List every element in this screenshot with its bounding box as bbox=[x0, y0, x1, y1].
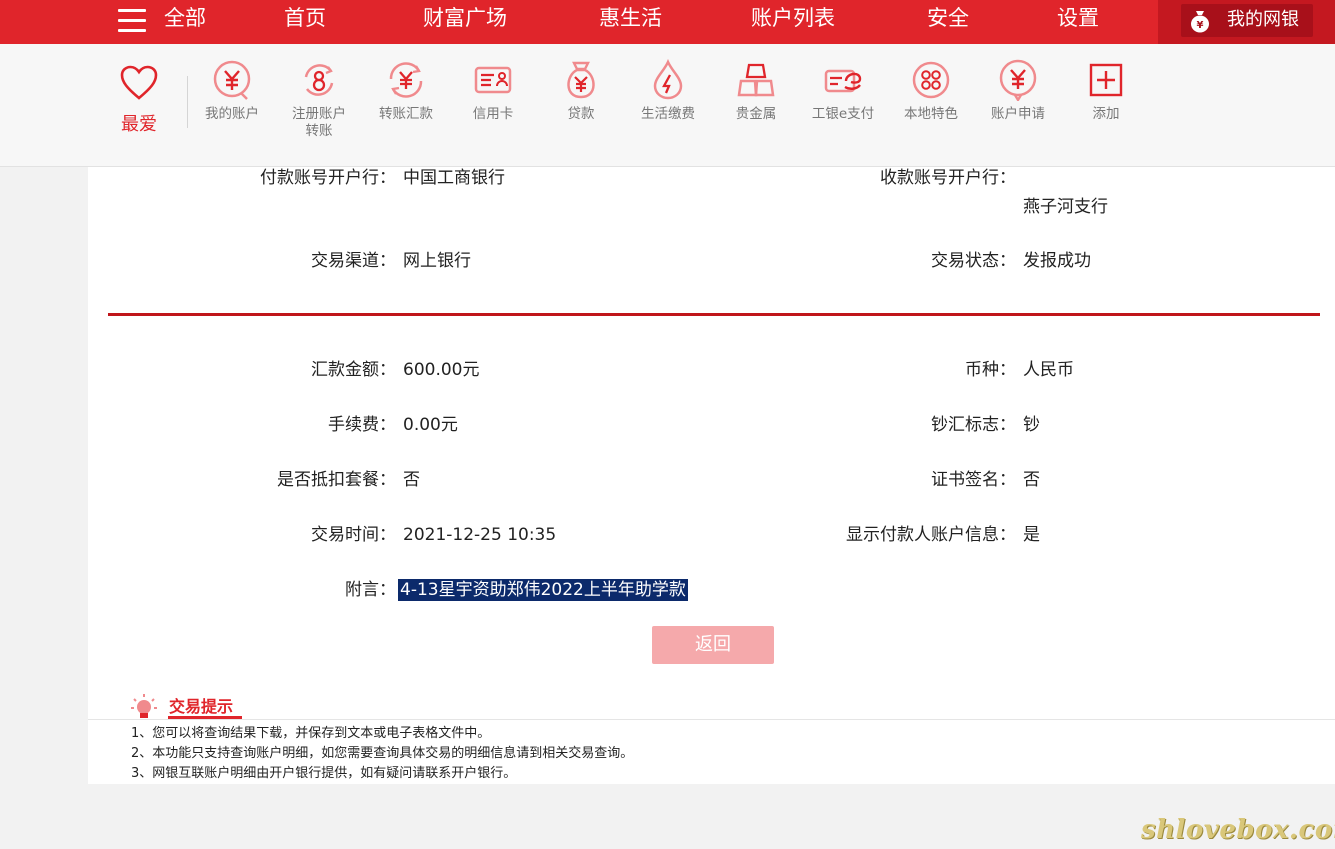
tip-line-3: 3、网银互联账户明细由开户银行提供，如有疑问请联系开户银行。 bbox=[131, 766, 517, 781]
transfer-register-icon bbox=[304, 64, 334, 96]
status-label: 交易状态： bbox=[931, 251, 1016, 271]
nav-all[interactable]: 全部 bbox=[164, 5, 206, 31]
currency-value: 人民币 bbox=[1023, 360, 1074, 380]
utility-drop-icon bbox=[653, 59, 683, 100]
favorites-button[interactable]: 最爱 bbox=[116, 64, 162, 136]
payer-bank-value: 中国工商银行 bbox=[403, 168, 505, 188]
tool-label: 贵金属 bbox=[735, 106, 777, 122]
tool-register-transfer[interactable]: 注册账户转账 bbox=[279, 59, 359, 140]
payee-bank-label: 收款账号开户行： bbox=[880, 168, 1016, 188]
currency-label: 币种： bbox=[965, 360, 1016, 380]
nav-security[interactable]: 安全 bbox=[927, 5, 969, 31]
tool-precious-metal[interactable]: 贵金属 bbox=[716, 59, 796, 123]
lightbulb-icon bbox=[131, 694, 157, 718]
nav-life[interactable]: 惠生活 bbox=[599, 5, 662, 31]
show-payer-value: 是 bbox=[1023, 525, 1040, 545]
tool-label: 我的账户 bbox=[205, 106, 259, 122]
tool-label: 工银e支付 bbox=[811, 106, 875, 122]
yuan-circle-icon bbox=[213, 60, 251, 100]
time-label: 交易时间： bbox=[311, 525, 396, 545]
transaction-detail-panel: 付款账号开户行： 中国工商银行 收款账号开户行： 燕子河支行 交易渠道： 网上银… bbox=[88, 167, 1335, 673]
nav-settings[interactable]: 设置 bbox=[1057, 5, 1099, 31]
tool-label: 生活缴费 bbox=[641, 106, 695, 122]
tips-divider bbox=[88, 719, 1335, 720]
cert-label: 证书签名： bbox=[931, 470, 1016, 490]
tip-line-1: 1、您可以将查询结果下载，并保存到文本或电子表格文件中。 bbox=[131, 726, 491, 741]
payer-bank-label: 付款账号开户行： bbox=[260, 168, 396, 188]
time-value: 2021-12-25 10:35 bbox=[403, 525, 557, 545]
toolbar-divider bbox=[187, 76, 188, 128]
nav-home[interactable]: 首页 bbox=[284, 5, 326, 31]
favorites-label: 最爱 bbox=[121, 114, 157, 135]
transaction-tips: 交易提示 1、您可以将查询结果下载，并保存到文本或电子表格文件中。 2、本功能只… bbox=[88, 673, 1335, 784]
tool-label: 贷款 bbox=[567, 106, 595, 122]
status-value: 发报成功 bbox=[1023, 251, 1091, 271]
money-bag-icon bbox=[567, 61, 595, 99]
money-bag-icon: ¥ bbox=[1191, 11, 1209, 33]
payee-bank-value: 燕子河支行 bbox=[1023, 197, 1108, 217]
tool-label: 信用卡 bbox=[472, 106, 514, 122]
tool-label: 转账汇款 bbox=[379, 106, 433, 122]
nav-wealth-plaza[interactable]: 财富广场 bbox=[423, 5, 507, 31]
tool-account-apply[interactable]: 账户申请 bbox=[978, 59, 1058, 123]
tool-local-feature[interactable]: 本地特色 bbox=[891, 59, 971, 123]
shortcut-toolbar: 最爱 我的账户 注册账户转账 转账汇款 信用卡 贷款 生活缴费 贵金属 工银e支… bbox=[0, 44, 1335, 167]
tool-add[interactable]: 添加 bbox=[1066, 59, 1146, 123]
gold-bars-icon bbox=[737, 63, 775, 97]
tool-utility-payment[interactable]: 生活缴费 bbox=[628, 59, 708, 123]
package-value: 否 bbox=[403, 470, 420, 490]
nav-account-list[interactable]: 账户列表 bbox=[751, 5, 835, 31]
cash-flag-label: 钞汇标志： bbox=[931, 415, 1016, 435]
amount-value: 600.00元 bbox=[403, 360, 480, 380]
amount-label: 汇款金额： bbox=[311, 360, 396, 380]
add-icon bbox=[1089, 63, 1123, 97]
my-bank-button[interactable]: ¥ 我的网银 bbox=[1158, 0, 1335, 44]
cert-value: 否 bbox=[1023, 470, 1040, 490]
tool-loan[interactable]: 贷款 bbox=[541, 59, 621, 123]
section-divider bbox=[108, 313, 1320, 316]
show-payer-label: 显示付款人账户信息： bbox=[846, 525, 1016, 545]
svg-text:¥: ¥ bbox=[1197, 20, 1204, 31]
cash-flag-value: 钞 bbox=[1023, 415, 1040, 435]
channel-label: 交易渠道： bbox=[311, 251, 396, 271]
return-button[interactable]: 返回 bbox=[652, 626, 774, 664]
memo-label: 附言： bbox=[345, 580, 396, 600]
heart-icon bbox=[120, 65, 158, 100]
tool-label: 本地特色 bbox=[904, 106, 958, 122]
site-watermark: shlovebox.com bbox=[1141, 815, 1335, 845]
tool-label: 添加 bbox=[1092, 106, 1120, 122]
fee-label: 手续费： bbox=[328, 415, 396, 435]
tool-my-account[interactable]: 我的账户 bbox=[192, 59, 272, 123]
top-nav-bar: 全部 首页 财富广场 惠生活 账户列表 安全 设置 ¥ 我的网银 bbox=[0, 0, 1335, 44]
tool-credit-card[interactable]: 信用卡 bbox=[453, 59, 533, 123]
account-apply-icon bbox=[999, 59, 1037, 101]
fee-value: 0.00元 bbox=[403, 415, 458, 435]
tool-label: 注册账户转账 bbox=[292, 106, 346, 139]
tool-label: 账户申请 bbox=[991, 106, 1045, 122]
package-label: 是否抵扣套餐： bbox=[277, 470, 396, 490]
hamburger-menu-icon[interactable] bbox=[118, 9, 146, 33]
tool-icbc-epay[interactable]: 工银e支付 bbox=[803, 59, 883, 123]
tips-title: 交易提示 bbox=[169, 697, 234, 716]
channel-value: 网上银行 bbox=[403, 251, 471, 271]
local-dots-icon bbox=[912, 61, 950, 99]
transfer-icon bbox=[389, 62, 423, 98]
epay-icon bbox=[824, 69, 862, 93]
memo-value[interactable]: 4-13星宇资助郑伟2022上半年助学款 bbox=[398, 579, 688, 601]
my-bank-label: 我的网银 bbox=[1227, 9, 1299, 30]
tool-transfer[interactable]: 转账汇款 bbox=[366, 59, 446, 123]
tip-line-2: 2、本功能只支持查询账户明细，如您需要查询具体交易的明细信息请到相关交易查询。 bbox=[131, 746, 634, 761]
credit-card-icon bbox=[474, 66, 512, 94]
